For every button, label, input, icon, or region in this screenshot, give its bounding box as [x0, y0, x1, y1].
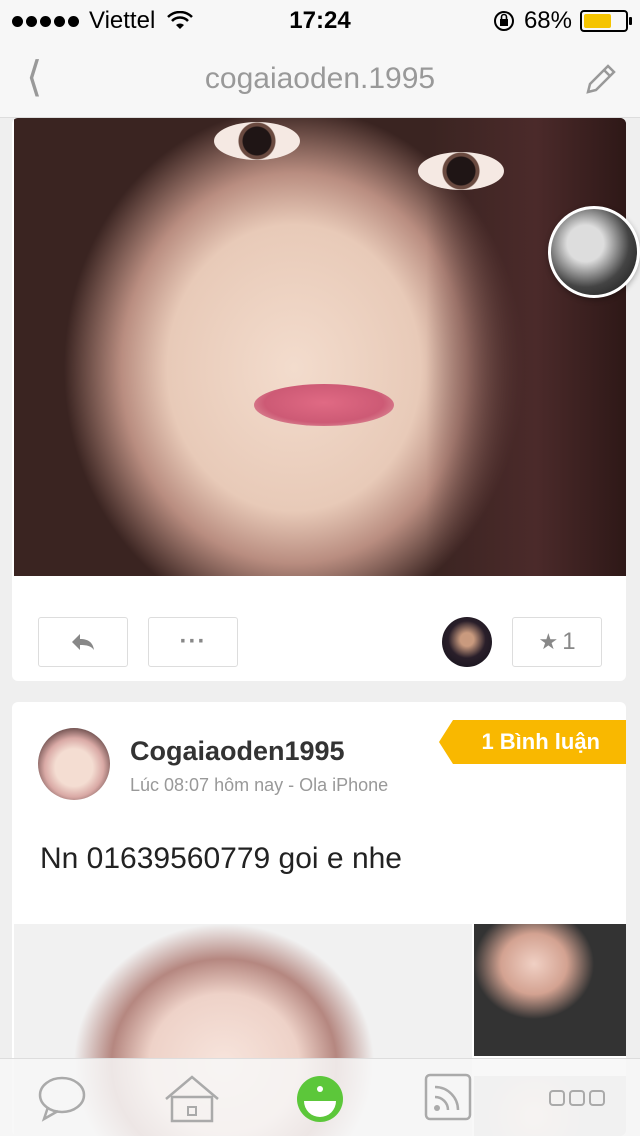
pencil-icon[interactable]: [582, 60, 620, 98]
feed-icon[interactable]: [424, 1073, 472, 1121]
status-bar: Viettel 17:24 68%: [0, 0, 640, 40]
post-username[interactable]: Cogaiaoden1995: [130, 736, 345, 767]
photo-eye-left: [214, 122, 300, 160]
reply-button[interactable]: [38, 617, 128, 667]
tab-bar: [0, 1058, 640, 1136]
battery-percent: 68%: [523, 7, 572, 34]
chat-icon[interactable]: [36, 1073, 88, 1125]
orientation-lock-icon: [493, 11, 514, 31]
post-photo[interactable]: [14, 118, 626, 576]
star-button[interactable]: ★ 1: [512, 617, 602, 667]
star-icon: ★: [538, 629, 559, 654]
status-right: 68%: [492, 7, 632, 35]
avatar[interactable]: [38, 728, 110, 800]
more-button[interactable]: ···: [148, 617, 238, 667]
comment-count-badge[interactable]: 1 Bình luận: [439, 720, 626, 764]
more-icon[interactable]: [548, 1073, 608, 1125]
like-count: 1: [562, 628, 576, 655]
photo-lips: [254, 384, 394, 426]
page-title: cogaiaoden.1995: [204, 62, 436, 95]
post-text: Nn 01639560779 goi e nhe: [40, 842, 402, 875]
battery-fill: [584, 14, 612, 28]
smiley-icon[interactable]: [296, 1075, 344, 1123]
floating-avatar[interactable]: [548, 206, 640, 298]
post-card-photo: ··· ★ 1: [12, 118, 626, 681]
nav-bar: ⟨ cogaiaoden.1995: [0, 40, 640, 118]
photo-eye-right: [418, 152, 504, 190]
post-meta: Lúc 08:07 hôm nay - Ola iPhone: [130, 775, 389, 795]
liker-avatar[interactable]: [442, 617, 492, 667]
reply-icon: [72, 634, 94, 650]
post-image-2[interactable]: [474, 924, 626, 1056]
battery-icon: [580, 10, 632, 32]
home-icon[interactable]: [162, 1073, 222, 1125]
